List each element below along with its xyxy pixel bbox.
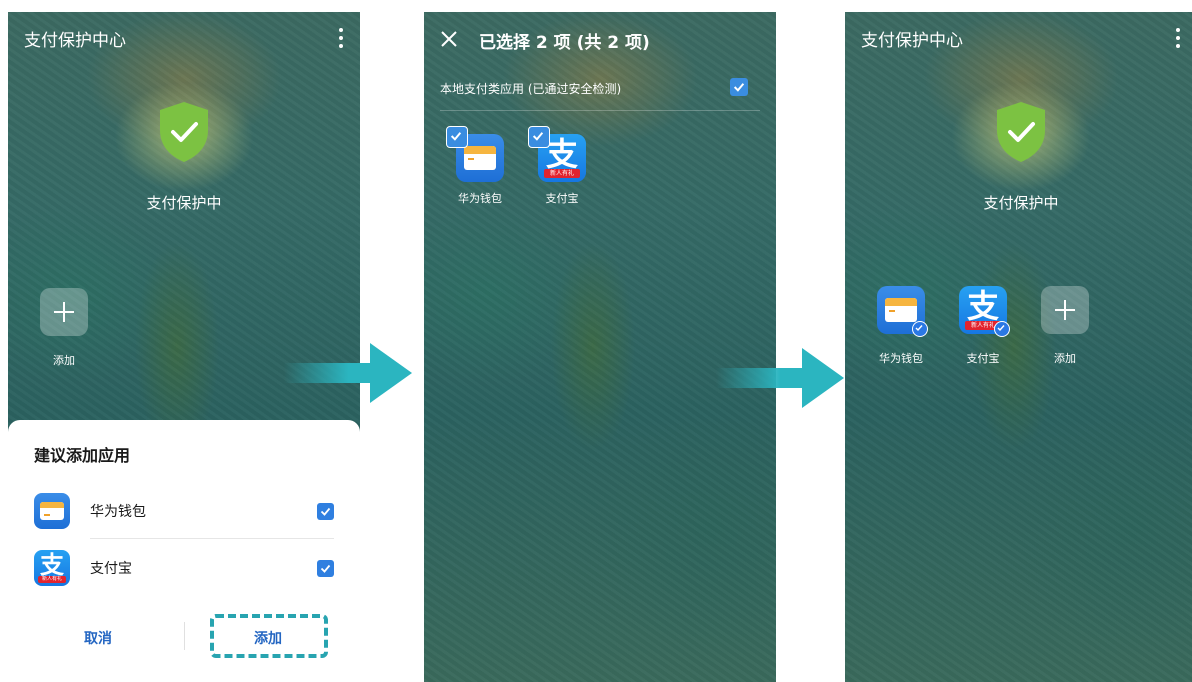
app-name: 华为钱包 [90,504,146,520]
verified-badge-icon [912,321,928,337]
app-checkbox[interactable] [317,560,334,577]
select-all-checkbox[interactable] [730,78,748,96]
arrow-right-icon [716,348,844,408]
alipay-icon: 支 新人有礼 [34,550,70,586]
app-name: 支付宝 [90,561,132,577]
page-title: 支付保护中心 [861,31,963,51]
alipay-icon[interactable]: 支 新人有礼 [959,286,1010,337]
sheet-title: 建议添加应用 [34,446,131,465]
page-title: 支付保护中心 [24,31,126,51]
more-menu-icon[interactable] [1175,28,1181,52]
selected-check-icon [446,126,468,148]
app-name: 支付宝 [545,192,579,205]
arrow-right-icon [284,343,412,403]
protection-status: 支付保护中 [146,194,222,212]
row-divider [90,538,334,539]
protection-status: 支付保护中 [983,194,1059,212]
button-divider [184,622,185,650]
close-icon[interactable] [440,30,458,48]
shield-check-icon [160,102,208,162]
checkmark-icon [320,507,331,516]
shield-check-icon [997,102,1045,162]
section-header: 本地支付类应用 (已通过安全检测) [440,82,622,96]
app-name: 华为钱包 [458,192,502,205]
selection-title: 已选择 2 项 (共 2 项) [479,33,650,53]
checkmark-icon [733,83,745,92]
suggested-apps-sheet: 建议添加应用 华为钱包 支 新人有礼 支付宝 取消 添加 [8,420,360,682]
cancel-button[interactable]: 取消 [84,628,112,648]
app-name: 支付宝 [966,352,1000,365]
list-item[interactable]: 支 新人有礼 支付宝 [8,540,360,596]
list-item[interactable]: 华为钱包 [8,483,360,539]
app-checkbox[interactable] [317,503,334,520]
huawei-wallet-icon [34,493,70,529]
add-button-highlight [210,614,328,658]
add-app-button[interactable] [40,288,88,336]
huawei-wallet-icon[interactable] [446,126,504,182]
app-name: 华为钱包 [879,352,923,365]
section-divider [440,110,760,111]
screen-payment-protection-after: 支付保护中心 支付保护中 华为钱包 支 新人有礼 支付宝 添加 [845,12,1192,682]
huawei-wallet-icon[interactable] [877,286,928,337]
selected-check-icon [528,126,550,148]
alipay-icon[interactable]: 支 新人有礼 [528,126,586,182]
verified-badge-icon [994,321,1010,337]
add-app-label: 添加 [53,354,75,367]
add-app-label: 添加 [1054,352,1076,365]
add-app-button[interactable] [1041,286,1089,334]
checkmark-icon [320,564,331,573]
more-menu-icon[interactable] [338,28,344,52]
